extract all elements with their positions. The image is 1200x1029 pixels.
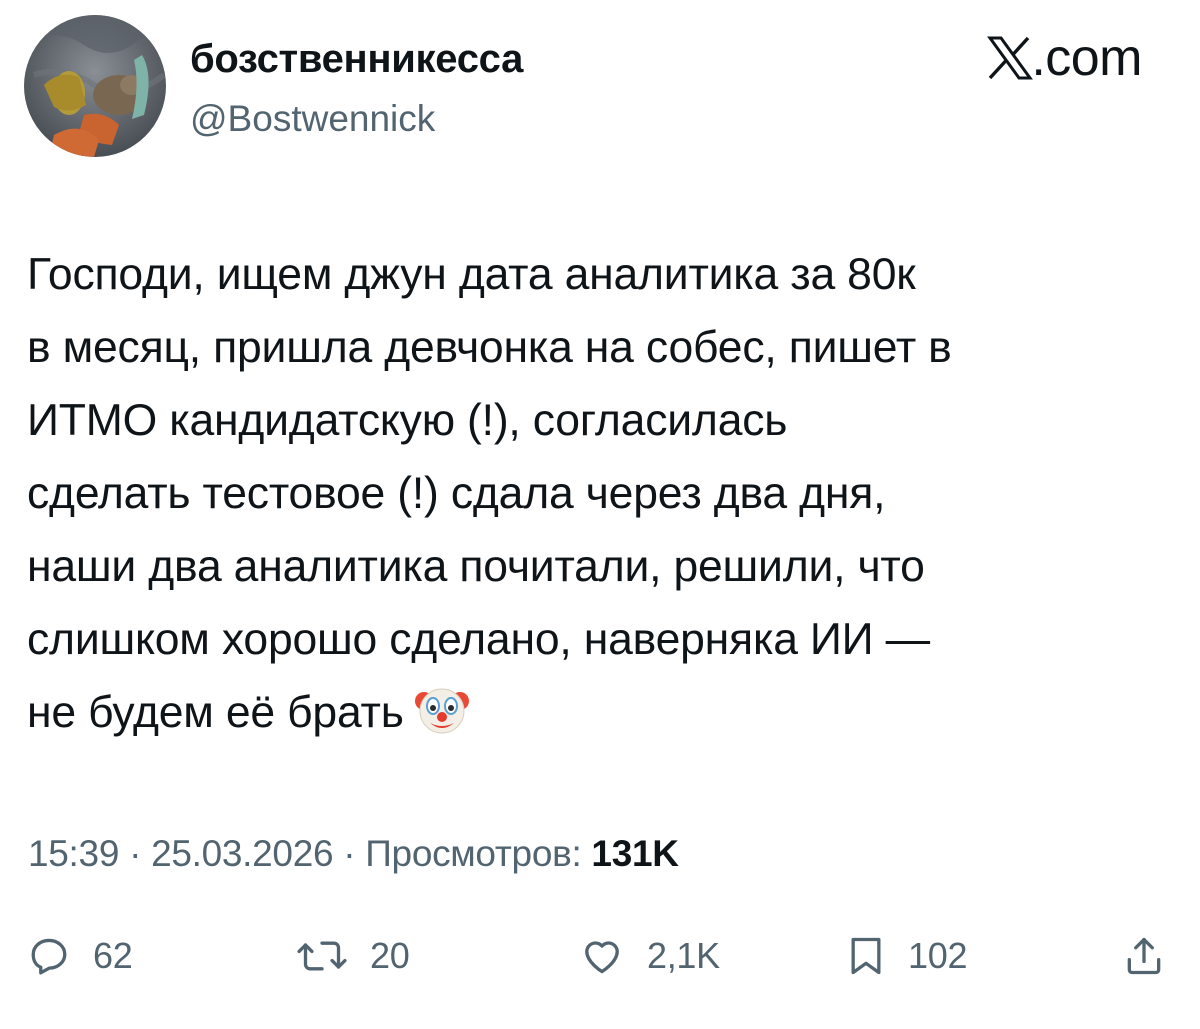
tweet-time[interactable]: 15:39: [28, 833, 119, 874]
share-icon: [1127, 937, 1161, 975]
meta-separator: ·: [119, 833, 152, 874]
reply-icon: [31, 938, 67, 975]
reply-count: 62: [93, 935, 133, 976]
views-count: 131K: [591, 833, 679, 874]
avatar-image: [24, 15, 166, 157]
author-handle[interactable]: @Bostwennick: [190, 96, 435, 142]
reply-button[interactable]: 62: [27, 920, 133, 992]
repost-icon: [297, 941, 347, 971]
clown-face-icon: [414, 681, 470, 737]
like-count: 2,1K: [647, 935, 720, 976]
share-button[interactable]: [1122, 920, 1166, 992]
tweet-text: Господи, ищем джун дата аналитика за 80к…: [27, 238, 1177, 749]
meta-separator: ·: [333, 833, 366, 874]
brand-label: .com: [1031, 29, 1142, 87]
tweet-text-content: Господи, ищем джун дата аналитика за 80к…: [27, 250, 952, 737]
action-bar: 62 20 2,1K 102: [0, 920, 1200, 992]
like-button[interactable]: 2,1K: [579, 920, 720, 992]
bookmark-button[interactable]: 102: [846, 920, 967, 992]
tweet-date[interactable]: 25.03.2026: [151, 833, 333, 874]
repost-button[interactable]: 20: [296, 920, 410, 992]
avatar[interactable]: [24, 15, 166, 157]
brand-watermark: .com: [987, 30, 1142, 86]
x-logo-icon: [987, 36, 1034, 80]
views-label: Просмотров:: [365, 833, 592, 874]
bookmark-icon: [851, 937, 881, 975]
tweet-meta: 15:39 · 25.03.2026 · Просмотров: 131K: [28, 830, 679, 878]
repost-count: 20: [370, 935, 410, 976]
author-display-name[interactable]: бозственникесса: [190, 34, 523, 84]
bookmark-count: 102: [908, 935, 968, 976]
heart-icon: [585, 941, 619, 974]
